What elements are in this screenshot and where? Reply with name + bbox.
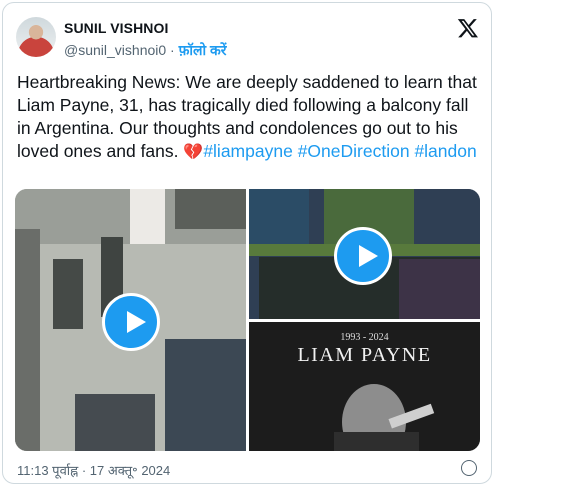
x-logo-icon[interactable]	[457, 17, 479, 39]
avatar[interactable]	[16, 17, 56, 57]
user-handle-row: @sunil_vishnoi0 · फ़ॉलो करें	[64, 41, 227, 60]
memorial-name: LIAM PAYNE	[297, 344, 432, 366]
display-name[interactable]: SUNIL VISHNOI	[64, 20, 169, 36]
tweet-card: SUNIL VISHNOI @sunil_vishnoi0 · फ़ॉलो कर…	[2, 2, 492, 484]
play-icon[interactable]	[102, 293, 160, 351]
video-thumbnail-balcony[interactable]	[249, 189, 480, 319]
user-handle[interactable]: @sunil_vishnoi0	[64, 42, 166, 58]
play-icon[interactable]	[334, 227, 392, 285]
hashtag-liampayne[interactable]: #liampayne	[203, 141, 293, 161]
tweet-text: Heartbreaking News: We are deeply sadden…	[17, 71, 479, 164]
follow-button[interactable]: फ़ॉलो करें	[179, 42, 227, 58]
info-icon[interactable]	[461, 460, 477, 476]
separator: ·	[170, 42, 175, 58]
hashtag-onedirection[interactable]: #OneDirection	[298, 141, 410, 161]
tweet-timestamp[interactable]: 11:13 पूर्वाह्न · 17 अक्तू॰ 2024	[17, 461, 170, 479]
memorial-image[interactable]: 1993 - 2024 LIAM PAYNE	[249, 322, 480, 451]
hashtag-landon[interactable]: #landon	[414, 141, 476, 161]
video-thumbnail-building[interactable]	[15, 189, 246, 451]
media-grid: 1993 - 2024 LIAM PAYNE	[15, 189, 480, 451]
memorial-years: 1993 - 2024	[340, 332, 389, 343]
broken-heart-emoji: 💔	[183, 144, 204, 161]
